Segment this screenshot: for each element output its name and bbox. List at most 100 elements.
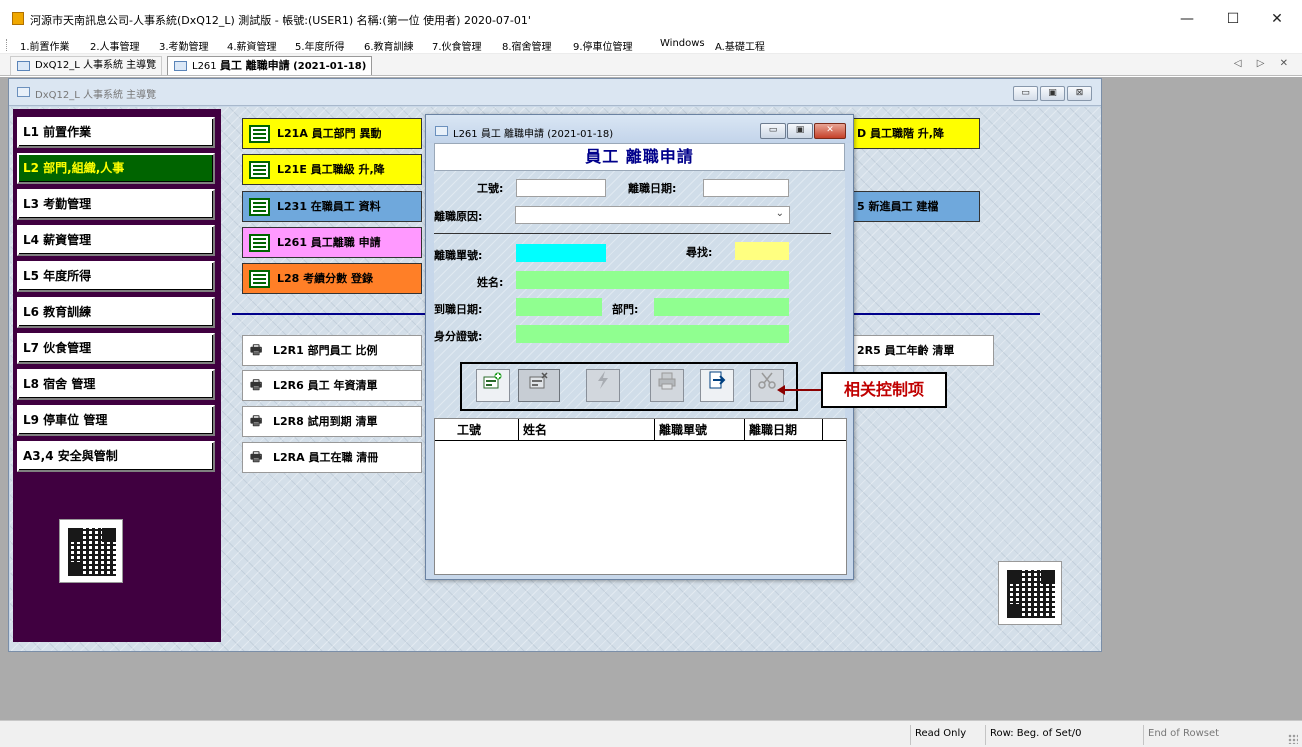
nav-l4-payroll[interactable]: L4 薪資管理: [17, 225, 215, 256]
nav-l9-parking[interactable]: L9 停車位 管理: [17, 405, 215, 436]
menu-item-dormitory[interactable]: 8.宿舍管理: [502, 38, 552, 53]
search-field[interactable]: [735, 242, 789, 260]
main-window-titlebar: DxQ12_L 人事系統 主導覽 ▭ ▣ ⊠: [9, 79, 1101, 106]
main-window-maximize[interactable]: ▣: [1040, 86, 1065, 101]
tab-label-prefix: L261: [192, 61, 220, 72]
tab-navigation-controls[interactable]: ◁ ▷ ✕: [1234, 58, 1294, 69]
nav-l2-department-personnel[interactable]: L2 部門,組織,人事: [17, 153, 215, 184]
exit-icon[interactable]: [700, 369, 734, 402]
maximize-button[interactable]: ☐: [1210, 6, 1256, 32]
report-button-2r5[interactable]: 2R5 員工年齡 清單: [852, 335, 994, 366]
hire-date-label: 到職日期:: [434, 303, 483, 316]
menu-item-payroll[interactable]: 4.薪資管理: [227, 38, 277, 53]
report-button-label: L2R8 試用到期 清單: [273, 415, 378, 428]
menu-item-setup[interactable]: 1.前置作業: [20, 38, 70, 53]
func-button-d-rank[interactable]: D 員工職階 升,降: [852, 118, 980, 149]
document-tab-bar: DxQ12_L 人事系統 主導覽 L261 員工 離職申請 (2021-01-1…: [0, 54, 1302, 76]
func-button-l231[interactable]: L231 在職員工 資料: [242, 191, 422, 222]
report-button-label: L2R6 員工 年資清單: [273, 379, 378, 392]
dept-label: 部門:: [612, 303, 639, 316]
form-no-field[interactable]: [516, 244, 606, 262]
report-button-l2r8[interactable]: 🖶 L2R8 試用到期 清單: [242, 406, 422, 437]
minimize-button[interactable]: —: [1164, 6, 1210, 32]
func-button-l28[interactable]: L28 考績分數 登錄: [242, 263, 422, 294]
func-button-label: L21A 員工部門 異動: [277, 127, 382, 140]
menu-item-training[interactable]: 6.教育訓練: [364, 38, 414, 53]
nav-l3-attendance[interactable]: L3 考勤管理: [17, 189, 215, 220]
close-button[interactable]: ✕: [1254, 6, 1300, 32]
grid-col-leave-date[interactable]: 離職日期: [745, 419, 823, 441]
main-window-close[interactable]: ⊠: [1067, 86, 1092, 101]
emp-no-input[interactable]: [516, 179, 606, 197]
report-button-l2r6[interactable]: 🖶 L2R6 員工 年資清單: [242, 370, 422, 401]
nav-l6-training[interactable]: L6 教育訓練: [17, 297, 215, 328]
callout-arrow: [777, 385, 823, 395]
tab-l261-resignation[interactable]: L261 員工 離職申請 (2021-01-18): [167, 56, 373, 75]
related-controls-toolbar: [460, 362, 798, 411]
menu-item-personnel[interactable]: 2.人事管理: [90, 38, 140, 53]
nav-l5-annual-income[interactable]: L5 年度所得: [17, 261, 215, 292]
menu-item-attendance[interactable]: 3.考勤管理: [159, 38, 209, 53]
func-button-label: D 員工職階 升,降: [857, 127, 944, 140]
form-icon: [435, 126, 448, 136]
dialog-maximize[interactable]: ▣: [787, 123, 813, 139]
func-button-l21a[interactable]: L21A 員工部門 異動: [242, 118, 422, 149]
form-list-icon: [249, 270, 270, 288]
menu-item-base-engineering[interactable]: A.基礎工程: [715, 38, 765, 53]
report-button-l2ra[interactable]: 🖶 L2RA 員工在職 清冊: [242, 442, 422, 473]
nav-l7-meals[interactable]: L7 伙食管理: [17, 333, 215, 364]
delete-record-icon[interactable]: [518, 369, 560, 402]
printer-icon: 🖶: [250, 343, 263, 358]
form-list-icon: [249, 198, 270, 216]
nav-a34-security[interactable]: A3,4 安全與管制: [17, 441, 215, 472]
grid-col-name[interactable]: 姓名: [519, 419, 655, 441]
related-controls-callout: 相关控制项: [821, 372, 947, 408]
func-button-l21e[interactable]: L21E 員工職級 升,降: [242, 154, 422, 185]
flash-icon: [586, 369, 620, 402]
status-read-only: Read Only: [910, 725, 980, 745]
status-bar: Read Only Row: Beg. of Set/0 End of Rows…: [0, 720, 1302, 747]
reason-dropdown[interactable]: ⌄: [515, 206, 790, 224]
id-no-field[interactable]: [516, 325, 789, 343]
status-end-of-rowset: End of Rowset: [1143, 725, 1268, 745]
func-button-new-employee[interactable]: 5 新進員工 建檔: [852, 191, 980, 222]
func-button-label: L261 員工離職 申請: [277, 236, 381, 249]
grid-header: 工號 姓名 離職單號 離職日期: [435, 419, 846, 441]
menu-item-annual-income[interactable]: 5.年度所得: [295, 38, 345, 53]
report-button-l2r1[interactable]: 🖶 L2R1 部門員工 比例: [242, 335, 422, 366]
main-window-title: DxQ12_L 人事系統 主導覽: [35, 90, 157, 101]
menu-item-meals[interactable]: 7.伙食管理: [432, 38, 482, 53]
name-field[interactable]: [516, 271, 789, 289]
func-button-label: L231 在職員工 資料: [277, 200, 381, 213]
app-icon: [12, 12, 24, 25]
add-record-icon[interactable]: [476, 369, 510, 402]
leave-date-label: 離職日期:: [628, 182, 677, 195]
func-button-label: 5 新進員工 建檔: [857, 200, 939, 213]
hire-date-field[interactable]: [516, 298, 602, 316]
menu-item-windows[interactable]: Windows: [660, 38, 705, 49]
tab-main-navigation[interactable]: DxQ12_L 人事系統 主導覽: [10, 56, 163, 75]
resignation-grid[interactable]: 工號 姓名 離職單號 離職日期: [434, 418, 847, 575]
main-window-minimize[interactable]: ▭: [1013, 86, 1038, 101]
report-button-label: L2R1 部門員工 比例: [273, 344, 378, 357]
id-no-label: 身分證號:: [434, 330, 483, 343]
nav-l8-dormitory[interactable]: L8 宿舍 管理: [17, 369, 215, 400]
tab-label-suffix: (2021-01-18): [289, 61, 367, 72]
func-button-label: L21E 員工職級 升,降: [277, 163, 385, 176]
resize-grip[interactable]: [1288, 734, 1298, 744]
dept-field[interactable]: [654, 298, 789, 316]
func-button-l261[interactable]: L261 員工離職 申請: [242, 227, 422, 258]
divider-line-right: [854, 313, 1040, 315]
menu-item-parking[interactable]: 9.停車位管理: [573, 38, 633, 53]
dialog-minimize[interactable]: ▭: [760, 123, 786, 139]
title-bar: 河源市天南訊息公司-人事系統(DxQ12_L) 測試版 - 帳號:(USER1)…: [0, 0, 1302, 36]
form-icon: [17, 87, 30, 97]
grid-col-emp-no[interactable]: 工號: [453, 419, 519, 441]
form-icon: [174, 61, 187, 71]
nav-l1-setup[interactable]: L1 前置作業: [17, 117, 215, 148]
chevron-down-icon[interactable]: ⌄: [776, 208, 784, 219]
dialog-close[interactable]: ✕: [814, 123, 846, 139]
grid-col-form-no[interactable]: 離職單號: [655, 419, 745, 441]
form-no-label: 離職單號:: [434, 249, 483, 262]
leave-date-input[interactable]: [703, 179, 789, 197]
